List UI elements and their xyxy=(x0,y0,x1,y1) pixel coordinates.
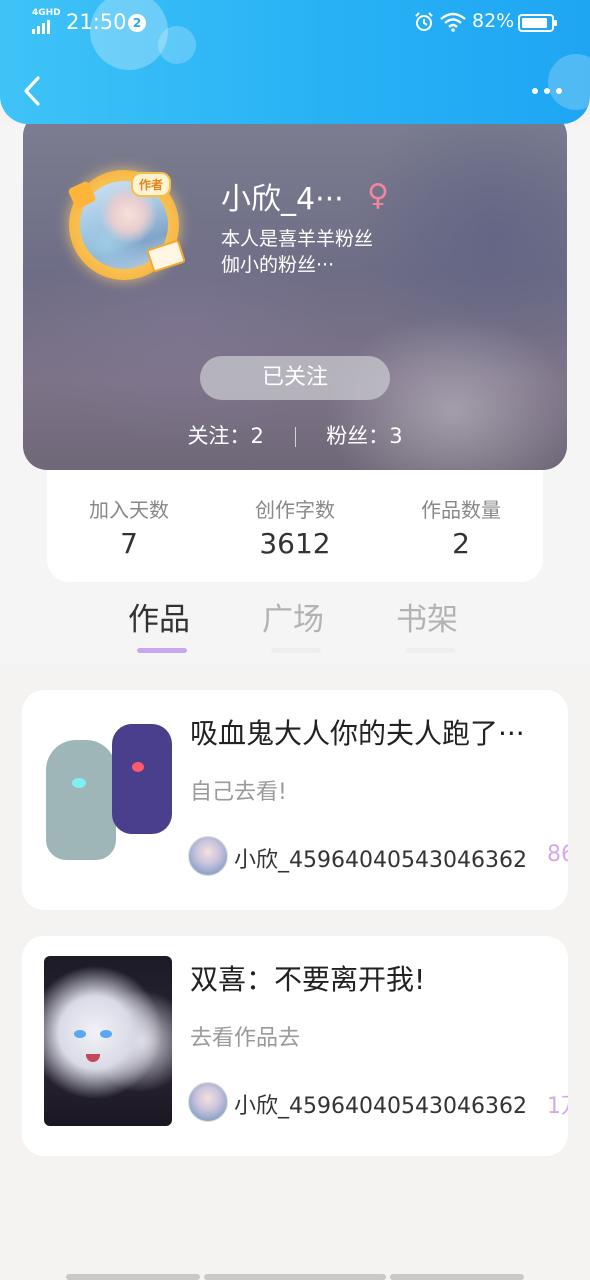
more-dots-icon[interactable] xyxy=(530,82,564,100)
work-description: 去看作品去 xyxy=(190,1026,301,1051)
female-gender-icon: ♀ xyxy=(367,178,389,213)
chevron-left-icon[interactable] xyxy=(20,74,46,108)
work-cover-image xyxy=(44,956,172,1126)
read-count: 1万人 xyxy=(547,1094,568,1119)
following-stat[interactable]: 关注：2 xyxy=(187,424,263,448)
tab-bookshelf[interactable]: 书架 xyxy=(396,594,458,639)
stat-join-days: 加入天数 7 xyxy=(89,498,169,560)
tab-indicator-active xyxy=(137,648,187,653)
author-badge: 作者 xyxy=(131,172,172,197)
bio-line: 伽小的粉丝··· xyxy=(221,254,335,276)
following-count: 2 xyxy=(250,424,264,448)
work-card[interactable]: 双喜：不要离开我! 去看作品去 小欣_45964040543046362 1万人 xyxy=(22,936,568,1156)
tab-indicator xyxy=(271,648,321,653)
tab-bar: 作品 广场 书架 xyxy=(0,594,590,664)
avatar[interactable]: 作者 xyxy=(61,162,187,288)
author-name: 小欣_45964040543046362 xyxy=(234,1094,527,1119)
header: 4GHD 21:50 2 82% xyxy=(0,0,590,124)
status-time: 21:50 xyxy=(66,10,127,34)
tab-indicator xyxy=(405,648,455,653)
battery-percent: 82% xyxy=(472,10,515,32)
tab-plaza[interactable]: 广场 xyxy=(262,594,324,639)
nav-bar-segment xyxy=(204,1274,386,1280)
nav-bar-segment xyxy=(66,1274,200,1280)
stats-card: 加入天数 7 创作字数 3612 作品数量 2 xyxy=(47,470,543,582)
bio: 本人是喜羊羊粉丝 伽小的粉丝··· xyxy=(221,226,373,278)
author-avatar xyxy=(188,836,228,876)
stat-word-count: 创作字数 3612 xyxy=(255,498,335,560)
network-type: 4GHD xyxy=(32,8,61,18)
work-description: 自己去看! xyxy=(190,780,287,805)
nav-bar-segment xyxy=(390,1274,524,1280)
work-title: 吸血鬼大人你的夫人跑了··· xyxy=(190,717,525,750)
battery-icon xyxy=(518,14,557,32)
notification-badge: 2 xyxy=(128,14,146,32)
fans-stat[interactable]: 粉丝：3 xyxy=(326,424,402,448)
follow-button[interactable]: 已关注 xyxy=(200,356,390,400)
signal-icon: 4GHD xyxy=(32,8,61,34)
alarm-icon xyxy=(415,12,433,31)
bio-line: 本人是喜羊羊粉丝 xyxy=(221,228,374,250)
divider xyxy=(294,427,296,447)
fans-count: 3 xyxy=(389,424,403,448)
author-name: 小欣_45964040543046362 xyxy=(234,848,527,873)
username: 小欣_4··· xyxy=(221,182,344,217)
tab-works[interactable]: 作品 xyxy=(128,594,190,639)
stat-works-count: 作品数量 2 xyxy=(421,498,501,560)
status-bar: 4GHD 21:50 2 82% xyxy=(0,0,590,48)
work-title: 双喜：不要离开我! xyxy=(190,963,426,996)
work-cover-image xyxy=(44,710,172,880)
wifi-icon xyxy=(440,12,466,32)
author-avatar xyxy=(188,1082,228,1122)
profile-card: 作者 小欣_4··· ♀ 本人是喜羊羊粉丝 伽小的粉丝··· 已关注 关注：2 … xyxy=(23,112,567,470)
read-count: 861 xyxy=(547,842,568,867)
follow-stats: 关注：2 粉丝：3 xyxy=(23,420,567,450)
work-card[interactable]: 吸血鬼大人你的夫人跑了··· 自己去看! 小欣_4596404054304636… xyxy=(22,690,568,910)
